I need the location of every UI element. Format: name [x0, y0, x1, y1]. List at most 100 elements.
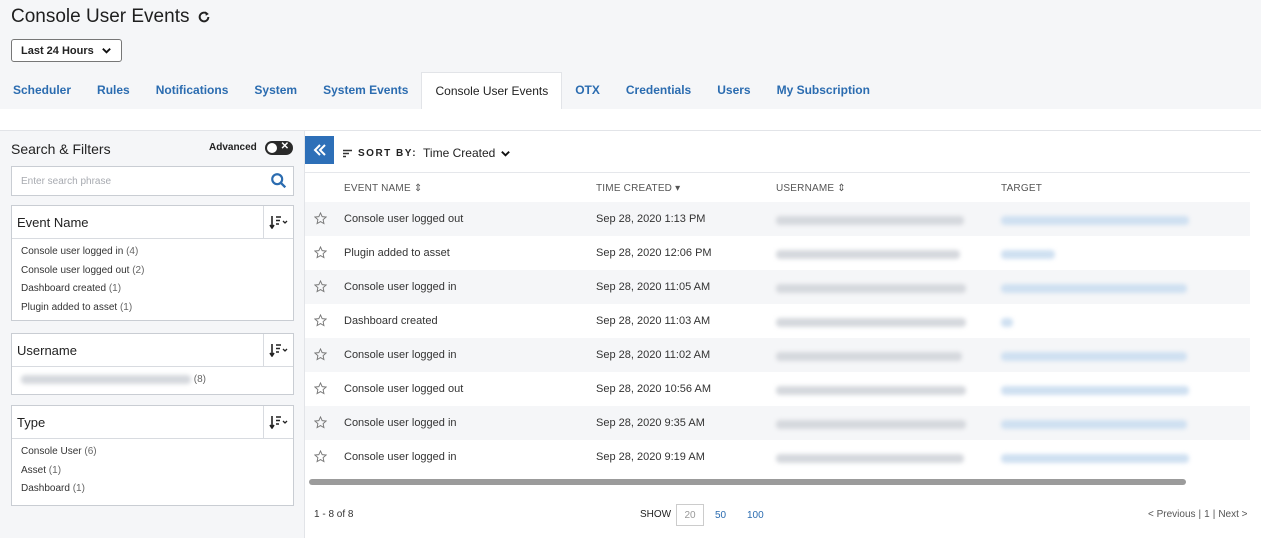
- event-name-cell: Console user logged out: [344, 383, 464, 395]
- event-name-cell: Console user logged in: [344, 451, 457, 463]
- time-created-cell: Sep 28, 2020 9:19 AM: [596, 451, 705, 463]
- event-name-filter-label: Event Name: [17, 215, 89, 230]
- type-filter-label: Type: [17, 415, 46, 430]
- column-header-time-created[interactable]: TIME CREATED ▾: [596, 183, 680, 194]
- table-row[interactable]: Console user logged out Sep 28, 2020 1:13…: [305, 202, 1250, 236]
- tab-console-user-events[interactable]: Console User Events: [421, 72, 563, 109]
- target-cell[interactable]: [1001, 248, 1055, 260]
- target-cell[interactable]: [1001, 282, 1187, 294]
- tab-credentials[interactable]: Credentials: [613, 72, 704, 109]
- time-range-dropdown[interactable]: Last 24 Hours: [11, 39, 122, 62]
- table-row[interactable]: Console user logged out Sep 28, 2020 10:5…: [305, 372, 1250, 406]
- page-size-50[interactable]: 50: [715, 510, 726, 521]
- table-row[interactable]: Console user logged in Sep 28, 2020 11:05…: [305, 270, 1250, 304]
- tab-notifications[interactable]: Notifications: [143, 72, 242, 109]
- search-input[interactable]: [12, 167, 252, 195]
- target-cell[interactable]: [1001, 316, 1013, 328]
- sort-desc-icon: ▾: [675, 183, 681, 194]
- table-row[interactable]: Dashboard created Sep 28, 2020 11:03 AM: [305, 304, 1250, 338]
- target-cell[interactable]: [1001, 384, 1189, 396]
- filters-title: Search & Filters: [11, 141, 111, 157]
- username-filter: Username (8): [11, 333, 294, 395]
- collapse-panel-button[interactable]: [305, 136, 334, 164]
- table-row[interactable]: Plugin added to asset Sep 28, 2020 12:06 …: [305, 236, 1250, 270]
- star-icon[interactable]: [314, 246, 327, 259]
- target-cell[interactable]: [1001, 452, 1189, 464]
- search-icon[interactable]: [270, 172, 288, 190]
- tab-otx[interactable]: OTX: [562, 72, 613, 109]
- event-name-cell: Console user logged in: [344, 281, 457, 293]
- page-size-100[interactable]: 100: [747, 510, 764, 521]
- username-cell: [776, 282, 966, 294]
- sort-filter-button[interactable]: [263, 406, 293, 438]
- star-icon[interactable]: [314, 314, 327, 327]
- search-box: [11, 166, 294, 196]
- advanced-label: Advanced: [209, 142, 257, 153]
- filter-item[interactable]: (8): [21, 374, 293, 393]
- previous-page-link[interactable]: < Previous: [1148, 509, 1196, 520]
- filter-item[interactable]: Console user logged in (4): [21, 246, 293, 265]
- column-header-username[interactable]: USERNAME ⇕: [776, 183, 846, 194]
- table-row[interactable]: Console user logged in Sep 28, 2020 9:19 …: [305, 440, 1250, 474]
- page-title: Console User Events: [11, 6, 190, 27]
- type-filter: Type Console User (6) Asset (1) Dashboar…: [11, 405, 294, 506]
- target-cell[interactable]: [1001, 214, 1189, 226]
- table-header: EVENT NAME ⇕ TIME CREATED ▾ USERNAME ⇕ T…: [305, 172, 1250, 202]
- sort-by-label: SORT BY:: [358, 147, 418, 159]
- sort-icon: [268, 344, 287, 357]
- event-name-cell: Plugin added to asset: [344, 247, 450, 259]
- filter-item[interactable]: Console user logged out (2): [21, 265, 293, 284]
- column-header-event-name[interactable]: EVENT NAME ⇕: [344, 183, 422, 194]
- table-row[interactable]: Console user logged in Sep 28, 2020 11:02…: [305, 338, 1250, 372]
- filter-item[interactable]: Asset (1): [21, 465, 293, 484]
- target-cell[interactable]: [1001, 350, 1187, 362]
- sort-filter-button[interactable]: [263, 334, 293, 366]
- page-size-20[interactable]: 20: [676, 504, 704, 526]
- filter-item[interactable]: Plugin added to asset (1): [21, 302, 293, 321]
- star-icon[interactable]: [314, 382, 327, 395]
- filter-item[interactable]: Console User (6): [21, 446, 293, 465]
- refresh-icon[interactable]: [197, 10, 211, 24]
- username-cell: [776, 316, 966, 328]
- event-name-cell: Console user logged in: [344, 349, 457, 361]
- pager-separator: |: [1212, 509, 1216, 520]
- sort-lines-icon: [343, 149, 352, 157]
- horizontal-scrollbar[interactable]: [309, 479, 1186, 485]
- username-cell: [776, 418, 966, 430]
- double-chevron-left-icon: [313, 144, 326, 156]
- filters-panel: Search & Filters Advanced ✕ Event Name C…: [0, 131, 305, 538]
- tab-rules[interactable]: Rules: [84, 72, 143, 109]
- next-page-link[interactable]: Next >: [1218, 509, 1247, 520]
- time-created-cell: Sep 28, 2020 12:06 PM: [596, 247, 712, 259]
- filter-item[interactable]: Dashboard created (1): [21, 283, 293, 302]
- tab-my-subscription[interactable]: My Subscription: [764, 72, 883, 109]
- event-name-cell: Console user logged in: [344, 417, 457, 429]
- star-icon[interactable]: [314, 212, 327, 225]
- tab-users[interactable]: Users: [704, 72, 763, 109]
- advanced-toggle[interactable]: ✕: [265, 141, 293, 155]
- username-cell: [776, 214, 964, 226]
- pagination: < Previous | 1 | Next >: [1148, 509, 1248, 520]
- result-count: 1 - 8 of 8: [314, 509, 354, 520]
- tab-system[interactable]: System: [241, 72, 310, 109]
- star-icon[interactable]: [314, 416, 327, 429]
- chevron-down-icon: [501, 150, 511, 157]
- time-created-cell: Sep 28, 2020 10:56 AM: [596, 383, 711, 395]
- tab-scheduler[interactable]: Scheduler: [0, 72, 84, 109]
- table-row[interactable]: Console user logged in Sep 28, 2020 9:35 …: [305, 406, 1250, 440]
- event-name-cell: Dashboard created: [344, 315, 438, 327]
- event-name-cell: Console user logged out: [344, 213, 464, 225]
- target-cell[interactable]: [1001, 418, 1187, 430]
- sort-by-control[interactable]: SORT BY: Time Created: [343, 146, 511, 160]
- sort-filter-button[interactable]: [263, 206, 293, 238]
- tab-content-strip: [0, 109, 1261, 131]
- show-label: SHOW: [640, 509, 672, 520]
- tab-system-events[interactable]: System Events: [310, 72, 421, 109]
- star-icon[interactable]: [314, 450, 327, 463]
- time-created-cell: Sep 28, 2020 9:35 AM: [596, 417, 705, 429]
- sort-icon: [268, 416, 287, 429]
- star-icon[interactable]: [314, 348, 327, 361]
- filter-item[interactable]: Dashboard (1): [21, 483, 293, 502]
- time-created-cell: Sep 28, 2020 11:03 AM: [596, 315, 711, 327]
- star-icon[interactable]: [314, 280, 327, 293]
